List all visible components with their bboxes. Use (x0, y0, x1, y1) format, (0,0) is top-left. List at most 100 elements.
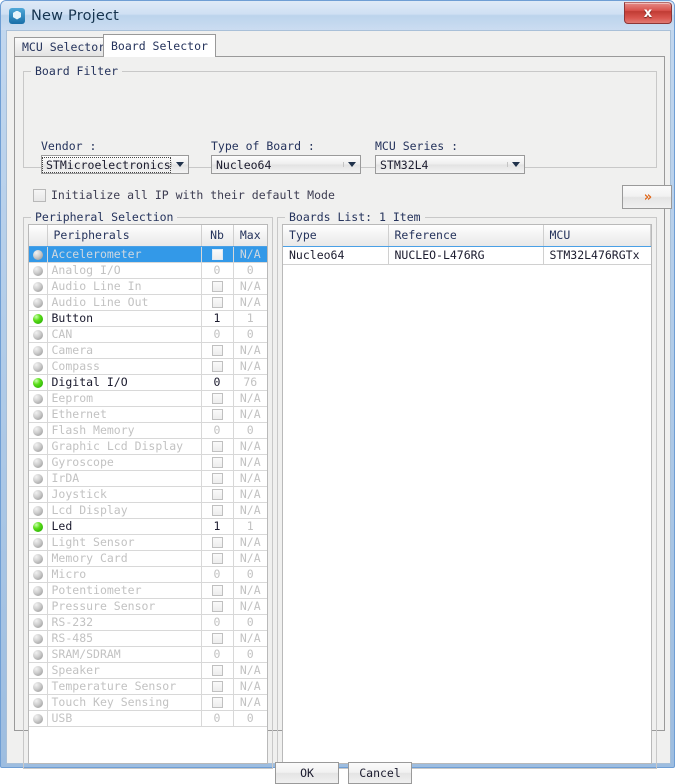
peripheral-max-value: N/A (233, 438, 267, 455)
peripheral-row[interactable]: RS-232 0 0 (29, 614, 267, 631)
peripheral-nb-checkbox[interactable] (201, 486, 234, 503)
peripheral-row[interactable]: Flash Memory 0 0 (29, 422, 267, 439)
col-reference-header[interactable]: Reference (388, 225, 544, 247)
tab-board-selector[interactable]: Board Selector (103, 34, 216, 57)
peripheral-row[interactable]: Analog I/O 0 0 (29, 262, 267, 279)
peripheral-row[interactable]: Accelerometer N/A (29, 246, 267, 263)
peripheral-row[interactable]: Camera N/A (29, 342, 267, 359)
peripheral-name: Micro (47, 566, 202, 583)
peripheral-nb-checkbox[interactable] (201, 550, 234, 567)
peripheral-row[interactable]: Micro 0 0 (29, 566, 267, 583)
peripheral-row[interactable]: Ethernet N/A (29, 406, 267, 423)
peripheral-nb-checkbox[interactable] (201, 662, 234, 679)
type-of-board-combobox[interactable]: Nucleo64 (211, 155, 361, 174)
peripheral-nb-checkbox[interactable] (201, 278, 234, 295)
peripheral-status-led (29, 470, 48, 487)
peripheral-row[interactable]: Audio Line In N/A (29, 278, 267, 295)
peripheral-nb-checkbox[interactable] (201, 294, 234, 311)
ok-button[interactable]: OK (275, 762, 339, 784)
peripheral-max-value: N/A (233, 470, 267, 487)
vendor-combobox[interactable]: STMicroelectronics (41, 155, 189, 174)
peripheral-row[interactable]: Digital I/O 0 76 (29, 374, 267, 391)
col-mcu-header[interactable]: MCU (543, 225, 651, 247)
peripheral-selection-title: Peripheral Selection (31, 210, 178, 224)
peripheral-max-value: N/A (233, 662, 267, 679)
peripheral-row[interactable]: CAN 0 0 (29, 326, 267, 343)
tab-mcu-selector-label: MCU Selector (22, 40, 106, 54)
initialize-all-ip-checkbox[interactable]: Initialize all IP with their default Mod… (33, 188, 335, 202)
peripheral-selection-group: Peripheral Selection Peripherals Nb Max … (23, 210, 273, 769)
peripheral-nb-value: 1 (201, 518, 234, 535)
peripheral-nb-checkbox[interactable] (201, 390, 234, 407)
peripheral-row[interactable]: IrDA N/A (29, 470, 267, 487)
peripheral-row[interactable]: Eeprom N/A (29, 390, 267, 407)
peripheral-nb-checkbox[interactable] (201, 630, 234, 647)
peripheral-status-led (29, 486, 48, 503)
peripheral-nb-checkbox[interactable] (201, 246, 234, 263)
peripheral-row[interactable]: Memory Card N/A (29, 550, 267, 567)
peripheral-name: Light Sensor (47, 534, 202, 551)
peripheral-row[interactable]: Graphic Lcd Display N/A (29, 438, 267, 455)
peripheral-name: Memory Card (47, 550, 202, 567)
peripheral-nb-checkbox[interactable] (201, 534, 234, 551)
peripheral-max-value: N/A (233, 630, 267, 647)
peripheral-nb-value: 0 (201, 422, 234, 439)
col-type-header[interactable]: Type (283, 225, 389, 247)
peripheral-max-value: N/A (233, 278, 267, 295)
col-peripherals-header[interactable]: Peripherals (47, 225, 202, 247)
peripheral-name: Touch Key Sensing (47, 694, 202, 711)
expand-filters-button[interactable]: » (622, 185, 672, 209)
peripheral-nb-checkbox[interactable] (201, 582, 234, 599)
peripheral-nb-checkbox[interactable] (201, 502, 234, 519)
peripheral-row[interactable]: Joystick N/A (29, 486, 267, 503)
boards-list[interactable]: Type Reference MCU Nucleo64 NUCLEO-L476RG… (282, 224, 652, 764)
peripheral-nb-checkbox[interactable] (201, 406, 234, 423)
col-led-header[interactable] (29, 225, 48, 247)
peripheral-row[interactable]: Light Sensor N/A (29, 534, 267, 551)
peripheral-row[interactable]: Compass N/A (29, 358, 267, 375)
peripheral-row[interactable]: SRAM/SDRAM 0 0 (29, 646, 267, 663)
peripheral-row[interactable]: Button 1 1 (29, 310, 267, 327)
peripheral-nb-checkbox[interactable] (201, 342, 234, 359)
col-max-header[interactable]: Max (233, 225, 267, 247)
peripheral-nb-checkbox[interactable] (201, 438, 234, 455)
peripheral-row[interactable]: Pressure Sensor N/A (29, 598, 267, 615)
chevron-down-icon[interactable] (171, 162, 188, 167)
tab-mcu-selector[interactable]: MCU Selector (14, 37, 114, 56)
mcu-series-combobox[interactable]: STM32L4 (375, 155, 525, 174)
new-project-dialog: New Project x MCU Selector Board Selecto… (0, 0, 675, 784)
col-nb-header[interactable]: Nb (201, 225, 234, 247)
peripheral-row[interactable]: USB 0 0 (29, 710, 267, 727)
checkbox-icon[interactable] (33, 188, 46, 202)
peripheral-row[interactable]: Speaker N/A (29, 662, 267, 679)
peripheral-name: Potentiometer (47, 582, 202, 599)
peripheral-nb-checkbox[interactable] (201, 470, 234, 487)
peripheral-nb-checkbox[interactable] (201, 454, 234, 471)
peripheral-row[interactable]: Touch Key Sensing N/A (29, 694, 267, 711)
peripheral-max-value: 0 (233, 710, 267, 727)
peripheral-nb-checkbox[interactable] (201, 598, 234, 615)
peripheral-nb-checkbox[interactable] (201, 358, 234, 375)
close-button[interactable]: x (624, 2, 672, 24)
chevron-down-icon[interactable] (343, 162, 360, 167)
peripheral-status-led (29, 246, 48, 263)
peripheral-nb-checkbox[interactable] (201, 678, 234, 695)
mcu-series-value: STM32L4 (380, 157, 429, 172)
peripheral-name: Lcd Display (47, 502, 202, 519)
peripheral-row[interactable]: Potentiometer N/A (29, 582, 267, 599)
window-title: New Project (31, 7, 120, 24)
peripheral-nb-checkbox[interactable] (201, 694, 234, 711)
title-bar[interactable]: New Project x (1, 1, 674, 30)
peripheral-row[interactable]: RS-485 N/A (29, 630, 267, 647)
peripheral-row[interactable]: Temperature Sensor N/A (29, 678, 267, 695)
board-row[interactable]: Nucleo64 NUCLEO-L476RG STM32L476RGTx (283, 246, 651, 265)
cancel-button[interactable]: Cancel (348, 762, 412, 784)
peripheral-row[interactable]: Gyroscope N/A (29, 454, 267, 471)
chevron-down-icon[interactable] (507, 162, 524, 167)
peripheral-row[interactable]: Led 1 1 (29, 518, 267, 535)
peripheral-name: SRAM/SDRAM (47, 646, 202, 663)
peripheral-list[interactable]: Peripherals Nb Max Accelerometer N/A Analo… (28, 224, 268, 764)
peripheral-row[interactable]: Audio Line Out N/A (29, 294, 267, 311)
peripheral-row[interactable]: Lcd Display N/A (29, 502, 267, 519)
peripheral-status-led (29, 694, 48, 711)
